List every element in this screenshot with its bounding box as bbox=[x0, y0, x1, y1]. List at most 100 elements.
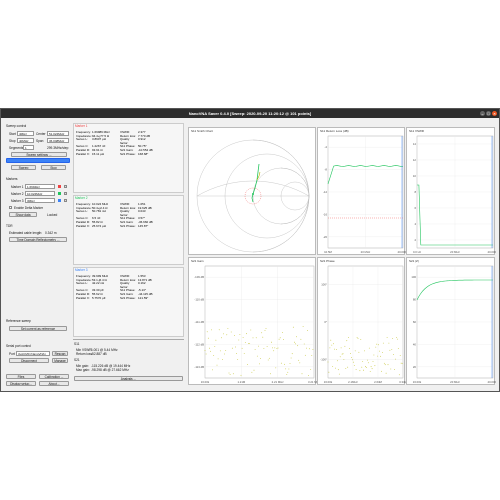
display-setup-button[interactable]: Display setup... bbox=[6, 381, 36, 386]
calibration-button[interactable]: Calibration ... bbox=[39, 374, 69, 379]
manage-button[interactable]: Manage bbox=[52, 358, 68, 363]
max-gain-value: -98.298 dB @ 27.662 MHz bbox=[91, 368, 129, 372]
vswr-chart[interactable]: S11 VSWR 14121086420.0 Hz20 MHz40.000M bbox=[406, 127, 496, 255]
span-input[interactable]: 36.048MHz bbox=[47, 138, 69, 143]
phase-point bbox=[345, 368, 347, 369]
sweep-button[interactable]: Sweep bbox=[11, 165, 36, 170]
gain-point bbox=[219, 350, 221, 352]
gain-point bbox=[272, 347, 273, 349]
gain-point bbox=[303, 343, 305, 345]
files-button[interactable]: Files bbox=[6, 374, 36, 379]
locked-label[interactable]: Locked bbox=[47, 213, 57, 217]
phase-point bbox=[355, 369, 357, 370]
maximize-icon[interactable]: □ bbox=[486, 111, 491, 116]
phase-point bbox=[384, 364, 386, 366]
sweep-settings-button[interactable]: Sweep settings ... bbox=[11, 152, 67, 157]
s21-z-chart[interactable]: S21 |Z| 1008060402016.00k20 MHz40.000M bbox=[406, 257, 496, 385]
stop-button[interactable]: Stop bbox=[41, 165, 66, 170]
gain-point bbox=[205, 353, 207, 355]
phase-point bbox=[380, 355, 381, 357]
cable-length-label: Estimated cable length: bbox=[9, 231, 43, 235]
stop-input[interactable]: 40MHz bbox=[17, 138, 34, 143]
close-icon[interactable]: × bbox=[492, 111, 497, 116]
gain-point bbox=[273, 350, 275, 352]
disconnect-button[interactable]: Disconnect bbox=[9, 358, 49, 363]
port-select[interactable]: ttyACM0 (NanoVNA) bbox=[16, 351, 50, 356]
tdr-header: TDR bbox=[6, 224, 13, 228]
gain-point bbox=[292, 326, 294, 328]
reading-value: 25.674 µH bbox=[92, 223, 106, 228]
gain-point bbox=[302, 326, 304, 327]
segments-label: Segments bbox=[9, 146, 24, 150]
port-label: Port bbox=[9, 352, 15, 356]
reading-label: S21 Phase: bbox=[120, 151, 136, 156]
gain-point bbox=[266, 346, 268, 347]
phase-point bbox=[392, 338, 394, 339]
segments-input[interactable]: 1 bbox=[23, 145, 34, 150]
gain-point bbox=[288, 368, 290, 370]
phase-point bbox=[390, 368, 392, 370]
app-window: NanoVNA Saver 0.4.0 [Sweep: 2020-09-20 1… bbox=[0, 108, 500, 392]
marker-1-input[interactable]: 1.6994Hz bbox=[25, 184, 55, 189]
set-reference-button[interactable]: Set current as reference bbox=[9, 326, 67, 331]
rescan-button[interactable]: Rescan bbox=[52, 351, 68, 356]
marker-3-checkbox[interactable] bbox=[64, 199, 67, 202]
start-input[interactable]: 4MHz bbox=[17, 131, 34, 136]
gain-point bbox=[287, 371, 289, 373]
phase-point bbox=[333, 343, 334, 345]
gain-point bbox=[256, 355, 258, 357]
s21-gain-chart[interactable]: S21 Gain -109 dB -110 dB -111 dB -112 dB -11… bbox=[188, 257, 317, 385]
gain-point bbox=[232, 373, 234, 375]
x-tick-label: 0.0 Hz bbox=[413, 250, 422, 254]
gain-point bbox=[291, 353, 293, 355]
show-data-button[interactable]: Show data bbox=[9, 212, 37, 217]
span-label: Span bbox=[36, 139, 44, 143]
gain-point bbox=[297, 345, 299, 347]
phase-point bbox=[341, 353, 343, 355]
gain-point bbox=[274, 347, 276, 349]
marker-3-input[interactable]: 3MHz bbox=[25, 198, 55, 203]
y-tick-label: -112 dB bbox=[194, 342, 204, 346]
gain-point bbox=[214, 346, 216, 347]
x-tick-label: 2.1MHz bbox=[348, 380, 358, 384]
phase-point bbox=[336, 349, 337, 350]
gain-point bbox=[237, 359, 239, 360]
phase-point bbox=[364, 350, 365, 352]
phase-point bbox=[367, 359, 368, 361]
minimize-icon[interactable]: – bbox=[480, 111, 485, 116]
phase-point bbox=[397, 348, 399, 349]
s21-phase-chart[interactable]: S21 Phase 100° 0° -100° 16.00k 2.1MHz 2.64M 3.… bbox=[317, 257, 406, 385]
gain-point bbox=[290, 357, 292, 359]
phase-point bbox=[342, 353, 344, 355]
y-tick-label: -4 bbox=[325, 145, 328, 149]
x-tick-label: 2.64M bbox=[374, 380, 382, 384]
marker-1-checkbox[interactable] bbox=[64, 185, 67, 188]
phase-point bbox=[376, 343, 378, 345]
marker-2-checkbox[interactable] bbox=[64, 192, 67, 195]
x-tick-label: 10.5M bbox=[324, 250, 332, 254]
y-tick-label: -100° bbox=[320, 357, 327, 361]
gain-point bbox=[295, 343, 296, 345]
marker-2-color-swatch[interactable] bbox=[58, 192, 61, 195]
phase-point bbox=[388, 342, 390, 344]
phase-point bbox=[401, 362, 403, 364]
x-tick-label: 16.00k bbox=[324, 380, 333, 384]
marker-1-color-swatch[interactable] bbox=[58, 185, 61, 188]
phase-point bbox=[387, 364, 389, 366]
phase-point bbox=[373, 354, 375, 356]
tdr-button[interactable]: Time Domain Reflectometry ... bbox=[9, 237, 67, 242]
smith-chart[interactable]: S11 Smith Chart bbox=[188, 127, 316, 255]
analysis-button[interactable]: Analysis ... bbox=[74, 376, 183, 381]
phase-point bbox=[338, 373, 340, 375]
about-button[interactable]: About... bbox=[39, 381, 69, 386]
return-loss-chart[interactable]: S11 Return Loss (dB) -4 -8 -12 -16 -20 10.5M 2… bbox=[317, 127, 406, 255]
gain-point bbox=[264, 330, 266, 331]
marker-2-input[interactable]: 10.024MHz bbox=[25, 191, 55, 196]
marker-3-color-swatch[interactable] bbox=[58, 199, 61, 202]
phase-point bbox=[350, 353, 351, 354]
phase-point bbox=[346, 340, 348, 342]
marker-reading-row: Parallel X: 25.674 µH S21 Phase: 145.87° bbox=[76, 223, 181, 229]
phase-point bbox=[335, 367, 336, 369]
center-input[interactable]: 51.024MHz bbox=[47, 131, 69, 136]
delta-marker-checkbox[interactable] bbox=[9, 206, 12, 209]
